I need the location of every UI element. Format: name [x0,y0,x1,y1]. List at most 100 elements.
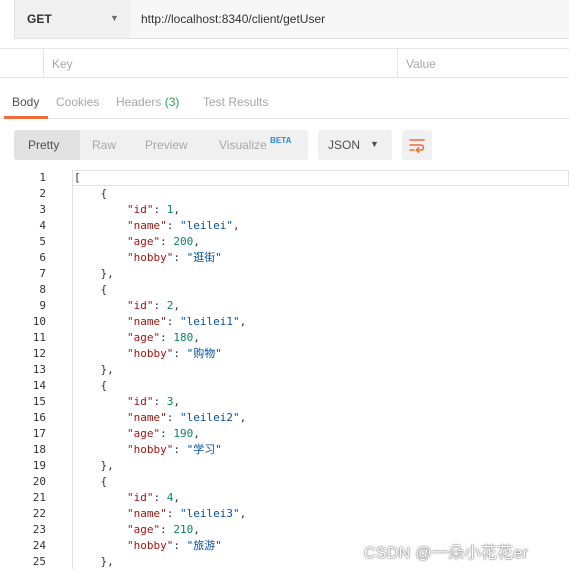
code-token: "name" [126,315,167,328]
code-line: 18 "hobby": "学习" [0,442,569,458]
tab-cookies[interactable]: Cookies [56,95,99,109]
code-token: : [160,235,174,248]
line-number: 23 [32,523,46,536]
wrap-lines-button[interactable] [402,130,432,160]
tab-headers-label: Headers [116,95,162,109]
line-number: 25 [32,555,46,568]
code-line: 10 "name": "leilei1", [0,314,569,330]
line-number: 22 [32,507,46,520]
code-text: "hobby": "旅游" [74,538,222,554]
code-token: , [173,299,180,312]
code-token: : [166,315,180,328]
params-table-header: Key Value [0,48,569,78]
tab-body[interactable]: Body [12,95,39,109]
value-column-header: Value [397,49,569,78]
code-line: 21 "id": 4, [0,490,569,506]
code-text: { [74,282,107,298]
code-text: "name": "leilei", [74,218,240,234]
code-line: 4 "name": "leilei", [0,218,569,234]
format-visualize[interactable]: Visualize BETA [219,136,292,152]
code-text: "age": 210, [74,522,200,538]
line-number: 12 [32,347,46,360]
line-number: 11 [32,331,46,344]
line-number: 6 [39,251,46,264]
tab-headers[interactable]: Headers (3) [116,95,179,109]
code-token: : [173,443,187,456]
method-label: GET [27,12,52,26]
code-token: : [153,203,167,216]
line-number: 20 [32,475,46,488]
request-bar: GET ▼ http://localhost:8340/client/getUs… [0,0,569,40]
code-text: { [74,474,107,490]
code-token: "id" [126,203,154,216]
line-number: 10 [32,315,46,328]
code-token: [ [74,171,81,184]
tab-test-results[interactable]: Test Results [203,95,268,109]
code-token: : [160,331,174,344]
code-line: 16 "name": "leilei2", [0,410,569,426]
code-token: , [193,235,200,248]
code-line: 6 "hobby": "逛街" [0,250,569,266]
code-text: }, [74,362,113,378]
beta-badge: BETA [270,136,292,145]
method-select[interactable]: GET ▼ [14,0,131,39]
code-text: "id": 4, [74,490,180,506]
url-input[interactable]: http://localhost:8340/client/getUser [130,0,569,39]
format-pretty[interactable]: Pretty [14,130,80,160]
code-line: 20 { [0,474,569,490]
code-token: "age" [126,523,161,536]
line-number: 1 [39,171,46,184]
code-token: , [173,395,180,408]
code-text: "name": "leilei1", [74,314,246,330]
code-token: : [173,539,187,552]
code-line: 19 }, [0,458,569,474]
code-token: "name" [126,411,167,424]
line-number: 7 [39,267,46,280]
code-token: "id" [126,299,154,312]
line-number: 8 [39,283,46,296]
code-text: "age": 180, [74,330,200,346]
code-token: 180 [173,331,194,344]
code-token: , [173,491,180,504]
code-token: : [160,523,174,536]
code-line: 3 "id": 1, [0,202,569,218]
language-select[interactable]: JSON ▼ [318,130,392,160]
code-token: "hobby" [126,539,174,552]
code-token: , [193,523,200,536]
watermark: CSDN @一朵小花花er [364,545,529,562]
code-token: : [153,395,167,408]
response-body-editor[interactable]: 1 [2 {3 "id": 1, 4 "name": "leilei", 5 "age… [0,170,569,569]
code-text: "id": 3, [74,394,180,410]
format-raw[interactable]: Raw [92,138,116,152]
code-token: , [193,331,200,344]
line-number: 24 [32,539,46,552]
code-line: 17 "age": 190, [0,426,569,442]
code-token: "逛街" [186,251,222,264]
code-token: "name" [126,507,167,520]
code-token: : [173,347,187,360]
language-label: JSON [328,138,361,152]
line-number: 2 [39,187,46,200]
code-token: { [74,475,108,488]
code-text: "name": "leilei2", [74,410,246,426]
format-preview[interactable]: Preview [145,138,188,152]
code-line: 7 }, [0,266,569,282]
line-number: 16 [32,411,46,424]
line-number: 3 [39,203,46,216]
code-text: { [74,378,107,394]
code-text: "hobby": "购物" [74,346,222,362]
code-token: { [74,379,108,392]
code-line: 5 "age": 200, [0,234,569,250]
